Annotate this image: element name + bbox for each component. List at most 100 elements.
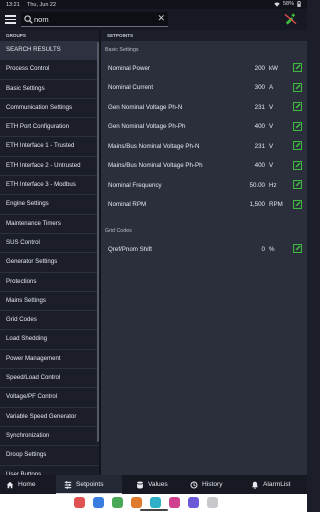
setpoint-unit: % <box>269 245 275 253</box>
nav-values-label: Values <box>148 481 168 488</box>
sliders-icon <box>64 480 72 489</box>
edit-icon[interactable] <box>293 102 302 111</box>
edit-icon[interactable] <box>293 82 302 92</box>
app-shortcut-icon[interactable] <box>188 497 199 508</box>
edit-icon[interactable] <box>293 199 302 209</box>
edit-icon[interactable] <box>293 244 302 253</box>
setpoint-unit: V <box>269 103 274 111</box>
group-item-speed-load-control[interactable]: Speed/Load Control <box>0 369 99 389</box>
app-shortcut-icon[interactable] <box>169 497 180 508</box>
nav-alarmlist-label: AlarmList <box>263 481 291 488</box>
app-shortcut-icon[interactable] <box>74 497 85 508</box>
nav-alarmlist[interactable]: AlarmList <box>238 475 307 494</box>
home-icon <box>6 481 14 488</box>
group-item-generator-settings[interactable]: Generator Settings <box>0 253 99 273</box>
setpoint-unit: kW <box>269 64 278 72</box>
app-shortcut-icon[interactable] <box>93 497 104 508</box>
setpoint-name: Gen Nominal Voltage Ph-Ph <box>108 123 186 130</box>
setpoint-row: Nominal Frequency 50.00 Hz <box>101 175 307 195</box>
hamburger-menu-icon[interactable] <box>5 14 16 24</box>
search-box[interactable]: ✕ <box>21 12 168 27</box>
setpoint-value: 400 <box>254 123 265 130</box>
nav-history[interactable]: History <box>182 475 238 494</box>
app-shortcut-icon[interactable] <box>131 497 142 508</box>
status-time: 13:21 <box>6 1 20 8</box>
group-item-maintenance-timers[interactable]: Maintenance Timers <box>0 215 99 234</box>
setpoint-row: Gen Nominal Voltage Ph-Ph 400 V <box>101 117 307 137</box>
nav-home-label: Home <box>18 481 36 488</box>
nav-history-label: History <box>202 481 223 488</box>
setpoints-header: SETPOINTS <box>107 33 134 38</box>
setpoints-panel: Basic Settings Nominal Power 200 kW Nomi… <box>101 41 307 475</box>
wifi-icon <box>274 2 280 7</box>
setpoint-value: 231 <box>254 142 265 150</box>
setpoint-name: Mains/Bus Nominal Voltage Ph-N <box>108 142 200 150</box>
battery-level: 58% <box>282 1 294 7</box>
setpoint-unit: V <box>269 123 274 130</box>
clear-search-icon[interactable]: ✕ <box>157 13 165 24</box>
setpoint-row: Mains/Bus Nominal Voltage Ph-N 231 V <box>101 136 307 156</box>
nav-setpoints[interactable]: Setpoints <box>56 475 122 494</box>
nav-values[interactable]: Values <box>122 475 182 494</box>
setpoint-value: 0 <box>261 245 265 253</box>
battery-icon <box>297 1 301 7</box>
setpoint-row: Nominal RPM 1,500 RPM <box>101 195 307 215</box>
edit-icon[interactable] <box>293 121 302 131</box>
setpoint-unit: V <box>269 142 274 150</box>
groups-header: GROUPS <box>0 30 99 41</box>
setpoint-value: 300 <box>254 84 265 91</box>
group-item-mains-settings[interactable]: Mains Settings <box>0 292 99 312</box>
section-title-basic-settings: Basic Settings <box>105 47 139 53</box>
group-item-power-management[interactable]: Power Management <box>0 350 99 370</box>
group-item-eth-interface-3[interactable]: ETH Interface 3 - Modbus <box>0 176 99 196</box>
group-item-protections[interactable]: Protections <box>0 273 99 292</box>
group-item-load-shedding[interactable]: Load Shedding <box>0 330 99 350</box>
group-item-eth-interface-1[interactable]: ETH Interface 1 - Trusted <box>0 137 99 157</box>
app-grid-icon[interactable] <box>207 497 218 508</box>
group-item-basic-settings[interactable]: Basic Settings <box>0 80 99 99</box>
connection-status-icon[interactable] <box>284 13 297 25</box>
setpoint-row: Qref/Pnom Shift 0 % <box>101 239 307 259</box>
setpoint-name: Mains/Bus Nominal Voltage Ph-Ph <box>108 162 203 169</box>
search-input[interactable] <box>34 13 152 25</box>
setpoint-value: 50.00 <box>249 181 265 189</box>
database-icon <box>137 480 143 489</box>
setpoint-name: Nominal RPM <box>108 201 147 208</box>
app-shortcut-icon[interactable] <box>112 497 123 508</box>
setpoint-row: Nominal Power 200 kW <box>101 58 307 78</box>
setpoint-name: Nominal Frequency <box>108 181 162 189</box>
group-item-user-buttons[interactable]: User Buttons <box>0 466 99 475</box>
setpoint-name: Nominal Power <box>108 64 150 72</box>
group-item-grid-codes[interactable]: Grid Codes <box>0 311 99 331</box>
edit-icon[interactable] <box>293 160 302 170</box>
status-bar: 13:21 Thu, Jun 22 58% <box>0 0 307 9</box>
group-item-communication-settings[interactable]: Communication Settings <box>0 99 99 119</box>
gesture-handle[interactable] <box>140 509 168 511</box>
group-item-process-control[interactable]: Process Control <box>0 60 99 80</box>
setpoint-value: 1,500 <box>249 201 265 208</box>
group-item-droop-settings[interactable]: Droop Settings <box>0 446 99 466</box>
edit-icon[interactable] <box>293 63 302 72</box>
setpoint-unit: V <box>269 162 274 169</box>
edit-icon[interactable] <box>293 180 302 189</box>
group-item-sus-control[interactable]: SUS Control <box>0 234 99 254</box>
group-item-eth-port-configuration[interactable]: ETH Port Configuration <box>0 118 99 138</box>
nav-home[interactable]: Home <box>0 475 56 494</box>
group-item-engine-settings[interactable]: Engine Settings <box>0 195 99 215</box>
setpoint-row: Mains/Bus Nominal Voltage Ph-Ph 400 V <box>101 156 307 176</box>
setpoint-name: Gen Nominal Voltage Ph-N <box>108 103 183 111</box>
setpoint-unit: A <box>269 84 274 91</box>
setpoint-value: 200 <box>254 64 265 72</box>
group-item-eth-interface-2[interactable]: ETH Interface 2 - Untrusted <box>0 157 99 177</box>
group-item-voltage-pf-control[interactable]: Voltage/PF Control <box>0 388 99 408</box>
setpoint-unit: RPM <box>269 201 283 208</box>
group-item-variable-speed-generator[interactable]: Variable Speed Generator <box>0 408 99 427</box>
group-item-search-results[interactable]: SEARCH RESULTS <box>0 41 99 61</box>
group-item-synchronization[interactable]: Synchronization <box>0 427 99 447</box>
status-date: Thu, Jun 22 <box>27 1 57 8</box>
setpoint-row: Gen Nominal Voltage Ph-N 231 V <box>101 97 307 117</box>
app-shortcut-icon[interactable] <box>150 497 161 508</box>
section-title-grid-codes: Grid Codes <box>105 228 132 234</box>
edit-icon[interactable] <box>293 141 302 150</box>
